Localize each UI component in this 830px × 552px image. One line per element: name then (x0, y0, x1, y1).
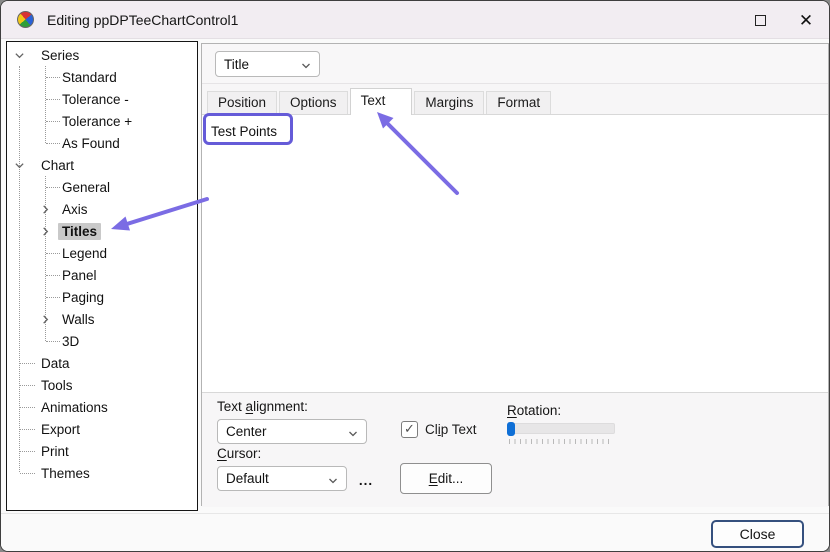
memo-text-value: Test Points (211, 124, 277, 139)
chevron-down-icon (301, 59, 311, 69)
tree-item-as-found[interactable]: As Found (7, 132, 197, 154)
tree-item-tools[interactable]: Tools (7, 374, 197, 396)
tree-item-label: Series (37, 47, 83, 64)
tree-item-axis[interactable]: Axis (7, 198, 197, 220)
tree-item-label: As Found (58, 135, 124, 152)
text-controls-area: Text alignment: Center ✓ Clip Text Rotat… (202, 394, 828, 507)
tree-connector-line (20, 407, 35, 408)
title-selector-value: Title (224, 57, 249, 72)
chart-settings-tree: Series Standard Tolerance - Tolerance + As F… (6, 41, 198, 511)
chevron-down-icon[interactable] (12, 158, 26, 172)
cursor-value: Default (226, 471, 269, 486)
tree-item-panel[interactable]: Panel (7, 264, 197, 286)
tree-item-data[interactable]: Data (7, 352, 197, 374)
tree-item-label: General (58, 179, 114, 196)
tree-connector-line (20, 385, 35, 386)
tree-item-print[interactable]: Print (7, 440, 197, 462)
tab-options[interactable]: Options (279, 91, 348, 115)
tab-position[interactable]: Position (207, 91, 277, 115)
title-text-memo[interactable]: Test Points (202, 114, 828, 393)
tree-item-paging[interactable]: Paging (7, 286, 197, 308)
tree-item-label: Panel (58, 267, 101, 284)
chevron-right-icon[interactable] (38, 312, 52, 326)
tree-connector-line (20, 473, 35, 474)
tree-item-animations[interactable]: Animations (7, 396, 197, 418)
maximize-button[interactable] (737, 1, 783, 39)
text-alignment-dropdown[interactable]: Center (217, 419, 367, 444)
footer-bar: Close (1, 513, 829, 552)
selector-row: Title (202, 44, 828, 84)
tree-item-label: Tolerance - (58, 91, 133, 108)
tree-item-label: Print (37, 443, 73, 460)
tree-item-general[interactable]: General (7, 176, 197, 198)
tree-item-3d[interactable]: 3D (7, 330, 197, 352)
close-button[interactable]: Close (711, 520, 804, 548)
tree-item-label: Themes (37, 465, 94, 482)
tree-item-walls[interactable]: Walls (7, 308, 197, 330)
slider-ticks (509, 439, 613, 444)
maximize-icon (755, 15, 766, 26)
tree-item-chart[interactable]: Chart (7, 154, 197, 176)
tab-margins[interactable]: Margins (414, 91, 484, 115)
title-bar: Editing ppDPTeeChartControl1 ✕ (1, 1, 829, 39)
tree-item-label: Data (37, 355, 74, 372)
tree-item-label: Tolerance + (58, 113, 136, 130)
tree-item-label: Tools (37, 377, 77, 394)
tab-format[interactable]: Format (486, 91, 551, 115)
tab-strip: PositionOptionsTextMarginsFormat (207, 89, 553, 115)
tab-text[interactable]: Text (350, 88, 413, 115)
slider-track (507, 423, 615, 434)
clip-text-label: Clip Text (425, 422, 477, 437)
tree-item-label: Axis (58, 201, 92, 218)
teechart-pie-icon (17, 11, 34, 28)
tree-item-label: Animations (37, 399, 112, 416)
tree-item-label: Export (37, 421, 84, 438)
tree-connector-line (20, 429, 35, 430)
close-icon: ✕ (799, 12, 813, 29)
tree-item-label: Paging (58, 289, 108, 306)
tree-item-standard[interactable]: Standard (7, 66, 197, 88)
cursor-label: Cursor: (217, 446, 261, 461)
tree-item-titles[interactable]: Titles (7, 220, 197, 242)
cursor-more-button[interactable]: ... (354, 471, 378, 489)
tree-connector-line (20, 451, 35, 452)
dialog-window: Editing ppDPTeeChartControl1 ✕ Series Sta… (0, 0, 830, 552)
chevron-down-icon[interactable] (12, 48, 26, 62)
tree-item-export[interactable]: Export (7, 418, 197, 440)
tree-connector-line (20, 363, 35, 364)
chevron-right-icon[interactable] (38, 202, 52, 216)
tree-item-label: Standard (58, 69, 121, 86)
rotation-slider[interactable] (507, 422, 615, 435)
clip-text-checkbox[interactable]: ✓ Clip Text (401, 421, 477, 438)
editor-panel: Title PositionOptionsTextMarginsFormat T… (201, 43, 829, 506)
rotation-label: Rotation: (507, 403, 561, 418)
chevron-right-icon[interactable] (38, 224, 52, 238)
edit-text-button[interactable]: Edit... (400, 463, 492, 494)
checkbox-checked-icon: ✓ (401, 421, 418, 438)
text-alignment-value: Center (226, 424, 267, 439)
tree-item-themes[interactable]: Themes (7, 462, 197, 484)
tree-item-label: Walls (58, 311, 99, 328)
tree-item-label: Chart (37, 157, 78, 174)
text-alignment-label: Text alignment: (217, 399, 308, 414)
tree-item-label: Legend (58, 245, 111, 262)
tree-item-tolerance[interactable]: Tolerance + (7, 110, 197, 132)
tree-item-tolerance[interactable]: Tolerance - (7, 88, 197, 110)
close-window-button[interactable]: ✕ (783, 1, 829, 39)
tree-item-label: Titles (58, 223, 101, 240)
tree-item-series[interactable]: Series (7, 44, 197, 66)
slider-thumb[interactable] (507, 422, 515, 436)
tree-item-label: 3D (58, 333, 83, 350)
tree-item-legend[interactable]: Legend (7, 242, 197, 264)
title-selector-dropdown[interactable]: Title (215, 51, 320, 77)
window-title: Editing ppDPTeeChartControl1 (47, 12, 238, 28)
chevron-down-icon (328, 474, 338, 484)
chevron-down-icon (348, 427, 358, 437)
cursor-dropdown[interactable]: Default (217, 466, 347, 491)
